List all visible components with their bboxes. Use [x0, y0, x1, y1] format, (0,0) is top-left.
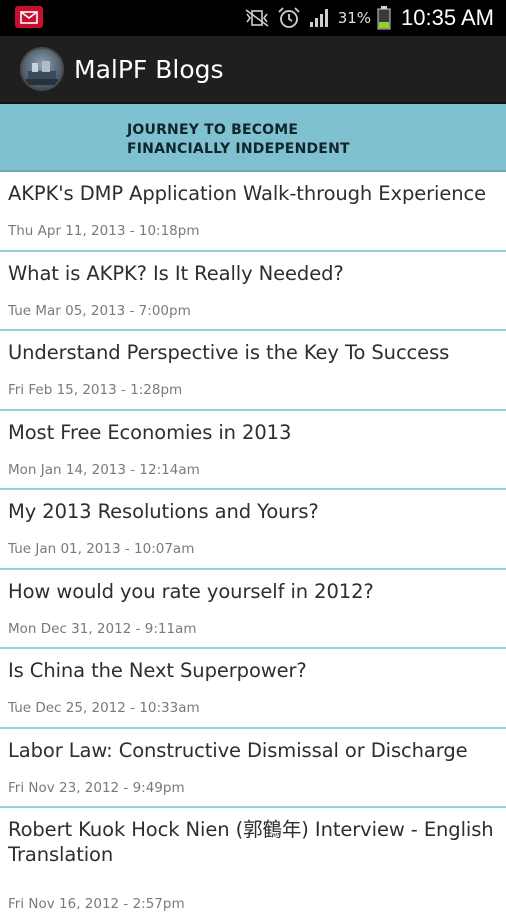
post-list: AKPK's DMP Application Walk-through Expe… [0, 172, 506, 924]
mute-vibrate-icon [244, 8, 270, 28]
post-item[interactable]: Is China the Next Superpower? Tue Dec 25… [0, 649, 506, 729]
post-item[interactable]: What is AKPK? Is It Really Needed? Tue M… [0, 252, 506, 331]
post-item[interactable]: Robert Kuok Hock Nien (郭鶴年) Interview - … [0, 808, 506, 924]
post-title: Labor Law: Constructive Dismissal or Dis… [8, 738, 468, 762]
post-title: Most Free Economies in 2013 [8, 420, 292, 444]
post-title: Is China the Next Superpower? [8, 659, 307, 682]
post-title: AKPK's DMP Application Walk-through Expe… [8, 182, 487, 205]
mail-notification-icon [15, 6, 43, 28]
post-item[interactable]: Most Free Economies in 2013 Mon Jan 14, … [0, 411, 506, 490]
banner-line-1: JOURNEY TO BECOME [127, 122, 299, 138]
post-date: Mon Jan 14, 2013 - 12:14am [8, 461, 200, 478]
battery-icon [377, 6, 391, 30]
post-title: Understand Perspective is the Key To Suc… [8, 341, 450, 364]
post-date: Fri Nov 16, 2012 - 2:57pm [8, 896, 185, 912]
post-date: Thu Apr 11, 2013 - 10:18pm [8, 223, 200, 239]
post-title: Robert Kuok Hock Nien (郭鶴年) Interview - … [8, 818, 494, 866]
post-item[interactable]: Understand Perspective is the Key To Suc… [0, 331, 506, 411]
app-title: MalPF Blogs [74, 54, 224, 84]
banner-tagline: JOURNEY TO BECOME FINANCIALLY INDEPENDEN… [127, 121, 350, 159]
post-title: How would you rate yourself in 2012? [8, 579, 374, 603]
post-item[interactable]: My 2013 Resolutions and Yours? Tue Jan 0… [0, 490, 506, 570]
post-date: Tue Jan 01, 2013 - 10:07am [8, 541, 195, 557]
battery-percent: 31% [337, 9, 372, 27]
app-logo-icon[interactable] [20, 47, 64, 91]
banner-line-2: FINANCIALLY INDEPENDENT [127, 141, 350, 157]
post-date: Mon Dec 31, 2012 - 9:11am [8, 620, 197, 637]
signal-icon [308, 7, 332, 29]
post-item[interactable]: Labor Law: Constructive Dismissal or Dis… [0, 729, 506, 808]
post-item[interactable]: AKPK's DMP Application Walk-through Expe… [0, 172, 506, 252]
status-bar: 31% 10:35 AM [0, 0, 506, 36]
post-title: What is AKPK? Is It Really Needed? [8, 261, 344, 285]
post-date: Tue Dec 25, 2012 - 10:33am [8, 700, 200, 716]
post-item[interactable]: How would you rate yourself in 2012? Mon… [0, 570, 506, 649]
post-title: My 2013 Resolutions and Yours? [8, 500, 319, 523]
post-date: Fri Feb 15, 2013 - 1:28pm [8, 382, 183, 398]
action-bar: MalPF Blogs [0, 36, 506, 104]
clock: 10:35 AM [401, 5, 494, 30]
blog-banner: JOURNEY TO BECOME FINANCIALLY INDEPENDEN… [0, 104, 506, 172]
alarm-icon [276, 6, 302, 30]
post-date: Fri Nov 23, 2012 - 9:49pm [8, 779, 185, 796]
post-date: Tue Mar 05, 2013 - 7:00pm [8, 302, 191, 319]
